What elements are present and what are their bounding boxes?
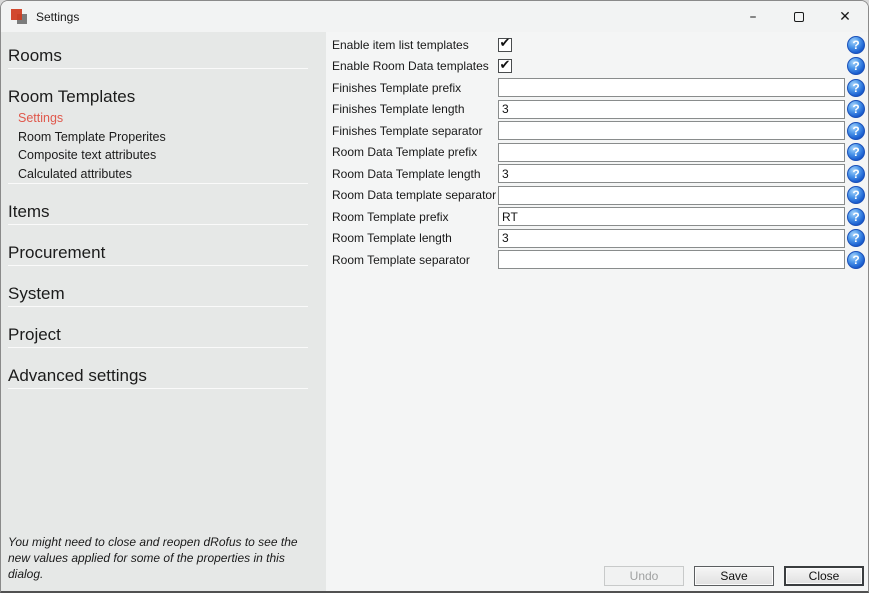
finishes-template-length-input[interactable]: [498, 100, 845, 119]
finishes-template-prefix-input[interactable]: [498, 78, 845, 97]
field-label: Room Data Template prefix: [332, 145, 498, 159]
field-label: Room Template length: [332, 231, 498, 245]
help-icon[interactable]: ?: [847, 36, 865, 54]
close-window-button[interactable]: ✕: [822, 1, 868, 32]
settings-dialog: Settings – ✕ Rooms Room Templates Settin…: [0, 0, 869, 593]
field-label: Enable item list templates: [332, 38, 498, 52]
field-label: Room Template separator: [332, 253, 498, 267]
finishes-template-separator-input[interactable]: [498, 121, 845, 140]
form-row: Finishes Template length ?: [326, 99, 868, 121]
room-data-template-separator-input[interactable]: [498, 186, 845, 205]
form-row: Room Template length ?: [326, 228, 868, 250]
form-row: Room Data Template prefix ?: [326, 142, 868, 164]
window-controls: – ✕: [730, 1, 868, 32]
minimize-button[interactable]: –: [730, 1, 776, 32]
close-button[interactable]: Close: [784, 566, 864, 586]
help-icon[interactable]: ?: [847, 143, 865, 161]
form-row: Room Data template separator ?: [326, 185, 868, 207]
undo-button[interactable]: Undo: [604, 566, 684, 586]
check-icon: ✔: [500, 59, 511, 72]
help-icon[interactable]: ?: [847, 251, 865, 269]
help-icon[interactable]: ?: [847, 122, 865, 140]
field-label: Room Data template separator: [332, 188, 498, 202]
sidebar-item-system[interactable]: System: [1, 282, 326, 306]
help-icon[interactable]: ?: [847, 100, 865, 118]
sidebar-item-rooms[interactable]: Rooms: [1, 44, 326, 68]
room-template-separator-input[interactable]: [498, 250, 845, 269]
form-row: Finishes Template separator ?: [326, 120, 868, 142]
room-template-prefix-input[interactable]: [498, 207, 845, 226]
maximize-icon: [794, 12, 804, 22]
field-label: Finishes Template length: [332, 102, 498, 116]
field-label: Room Template prefix: [332, 210, 498, 224]
divider: [8, 388, 308, 389]
form-row: Enable item list templates ✔ ?: [326, 34, 868, 56]
sidebar-item-procurement[interactable]: Procurement: [1, 241, 326, 265]
settings-form-panel: Enable item list templates ✔ ? Enable Ro…: [326, 32, 868, 591]
room-data-template-prefix-input[interactable]: [498, 143, 845, 162]
help-icon[interactable]: ?: [847, 79, 865, 97]
help-icon[interactable]: ?: [847, 165, 865, 183]
field-label: Room Data Template length: [332, 167, 498, 181]
settings-nav-sidebar: Rooms Room Templates Settings Room Templ…: [1, 32, 326, 591]
help-icon[interactable]: ?: [847, 229, 865, 247]
enable-item-list-templates-checkbox[interactable]: ✔: [498, 38, 512, 52]
help-icon[interactable]: ?: [847, 186, 865, 204]
dialog-footer: Undo Save Close: [604, 566, 864, 586]
sidebar-subitem-calculated-attributes[interactable]: Calculated attributes: [1, 165, 326, 184]
form-row: Room Template prefix ?: [326, 206, 868, 228]
save-button[interactable]: Save: [694, 566, 774, 586]
sidebar-item-room-templates[interactable]: Room Templates: [1, 85, 326, 109]
drofus-logo-icon: [11, 9, 27, 24]
form-row: Enable Room Data templates ✔ ?: [326, 56, 868, 78]
room-template-length-input[interactable]: [498, 229, 845, 248]
sidebar-subitem-room-template-properties[interactable]: Room Template Properites: [1, 128, 326, 147]
sidebar-subitem-composite-text-attributes[interactable]: Composite text attributes: [1, 146, 326, 165]
enable-room-data-templates-checkbox[interactable]: ✔: [498, 59, 512, 73]
restart-note: You might need to close and reopen dRofu…: [8, 535, 302, 583]
sidebar-subitem-settings[interactable]: Settings: [1, 109, 326, 128]
field-label: Enable Room Data templates: [332, 59, 498, 73]
field-label: Finishes Template separator: [332, 124, 498, 138]
minimize-icon: –: [750, 9, 757, 25]
field-label: Finishes Template prefix: [332, 81, 498, 95]
maximize-button[interactable]: [776, 1, 822, 32]
room-data-template-length-input[interactable]: [498, 164, 845, 183]
check-icon: ✔: [500, 37, 511, 50]
window-title: Settings: [36, 10, 730, 24]
titlebar: Settings – ✕: [1, 1, 868, 32]
form-row: Room Data Template length ?: [326, 163, 868, 185]
help-icon[interactable]: ?: [847, 57, 865, 75]
sidebar-item-items[interactable]: Items: [1, 200, 326, 224]
form-row: Room Template separator ?: [326, 249, 868, 271]
help-icon[interactable]: ?: [847, 208, 865, 226]
form-row: Finishes Template prefix ?: [326, 77, 868, 99]
sidebar-item-advanced-settings[interactable]: Advanced settings: [1, 364, 326, 388]
sidebar-item-project[interactable]: Project: [1, 323, 326, 347]
close-icon: ✕: [839, 9, 851, 25]
